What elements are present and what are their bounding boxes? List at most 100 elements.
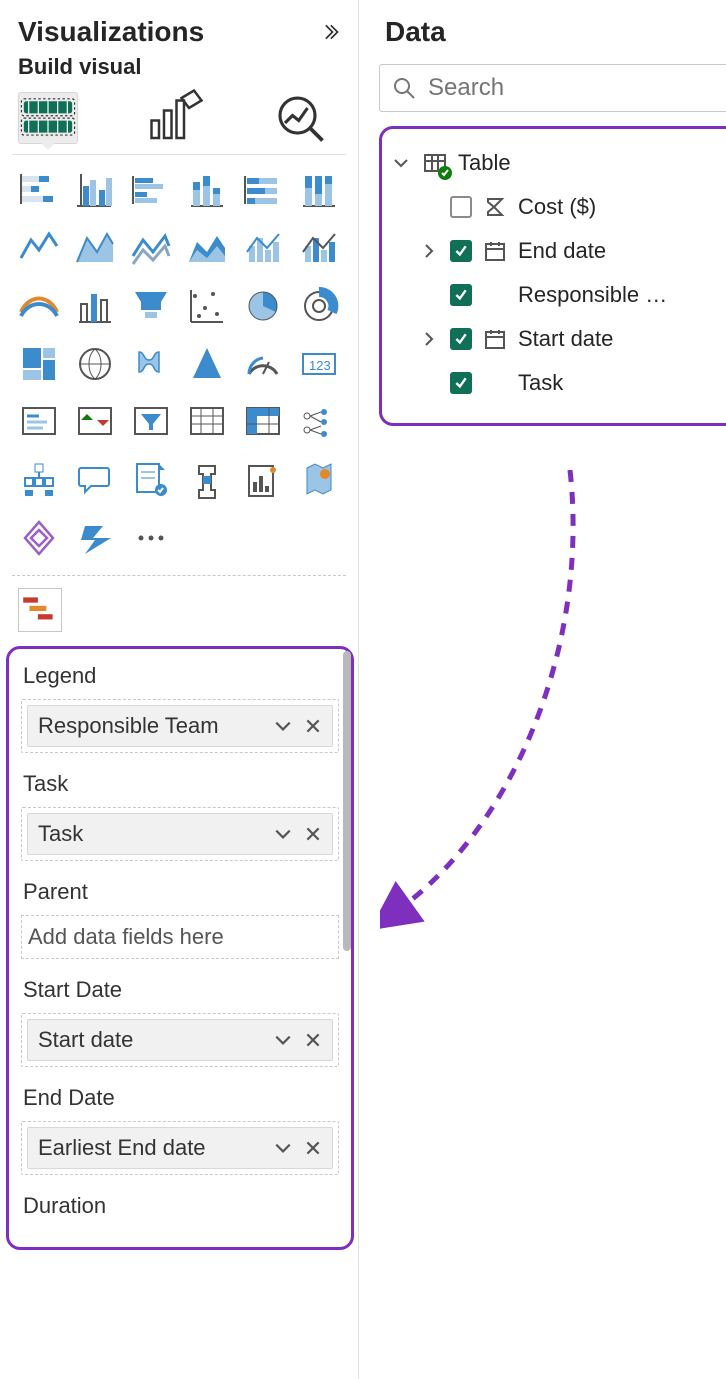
data-title: Data: [385, 16, 446, 48]
field-wells-annotation: Legend Responsible Team Task Task: [6, 646, 354, 1250]
well-task: Task Task: [21, 771, 339, 861]
well-chip-start-date[interactable]: Start date: [27, 1019, 333, 1061]
chip-text: Responsible Team: [38, 713, 219, 739]
well-chip-task[interactable]: Task: [27, 813, 333, 855]
viz-ribbon-icon[interactable]: [298, 227, 340, 269]
data-tree-annotation: Table Cost ($) End date: [379, 126, 726, 426]
close-icon[interactable]: [304, 825, 322, 843]
checkbox[interactable]: [450, 196, 472, 218]
viz-area-icon[interactable]: [74, 227, 116, 269]
chevron-down-icon[interactable]: [390, 155, 412, 171]
viz-stacked-bar-icon[interactable]: [18, 169, 60, 211]
close-icon[interactable]: [304, 717, 322, 735]
field-name: Start date: [518, 326, 726, 352]
viz-clustered-bar-icon[interactable]: [74, 169, 116, 211]
checkbox[interactable]: [450, 240, 472, 262]
chevron-down-icon[interactable]: [274, 717, 292, 735]
well-label: Legend: [23, 663, 339, 689]
custom-visuals-row: [0, 584, 358, 640]
gantt-visual-icon[interactable]: [18, 588, 62, 632]
chevron-down-icon[interactable]: [274, 1031, 292, 1049]
chevron-right-icon[interactable]: [418, 243, 440, 259]
chevron-down-icon[interactable]: [274, 825, 292, 843]
table-icon: [422, 150, 448, 176]
field-name: Cost ($): [518, 194, 726, 220]
checkbox[interactable]: [450, 372, 472, 394]
well-start-date: Start Date Start date: [21, 977, 339, 1067]
viz-line-clustered-column-icon[interactable]: [242, 227, 284, 269]
viz-r-visual-icon[interactable]: [298, 401, 340, 443]
visualizations-title: Visualizations: [18, 16, 204, 48]
well-empty-drop[interactable]: Add data fields here: [21, 915, 339, 959]
viz-matrix-icon[interactable]: [242, 401, 284, 443]
well-label: Duration: [23, 1193, 339, 1219]
viz-treemap-icon[interactable]: [298, 285, 340, 327]
viz-waterfall-icon[interactable]: [18, 285, 60, 327]
well-legend: Legend Responsible Team: [21, 663, 339, 753]
search-input-wrap[interactable]: [379, 64, 726, 112]
viz-power-apps-icon[interactable]: [18, 517, 60, 559]
field-row-task[interactable]: Task: [416, 361, 726, 405]
viz-map-icon[interactable]: [18, 343, 60, 385]
viz-decomposition-tree-icon[interactable]: [186, 459, 228, 501]
close-icon[interactable]: [304, 1031, 322, 1049]
well-chip-legend[interactable]: Responsible Team: [27, 705, 333, 747]
field-name: Task: [518, 370, 726, 396]
field-row-start-date[interactable]: Start date: [416, 317, 726, 361]
table-node[interactable]: Table: [388, 141, 726, 185]
viz-power-automate-icon[interactable]: [74, 517, 116, 559]
chevron-down-icon[interactable]: [274, 1139, 292, 1157]
calendar-icon: [482, 238, 508, 264]
chevron-right-icon[interactable]: [418, 331, 440, 347]
well-label: End Date: [23, 1085, 339, 1111]
viz-python-visual-icon[interactable]: [18, 459, 60, 501]
viz-multi-row-card-icon[interactable]: [18, 401, 60, 443]
sigma-icon: [482, 194, 508, 220]
viz-qna-icon[interactable]: [74, 459, 116, 501]
field-row-responsible[interactable]: Responsible …: [416, 273, 726, 317]
viz-more-icon[interactable]: [130, 517, 172, 559]
close-icon[interactable]: [304, 1139, 322, 1157]
viz-stacked-area-icon[interactable]: [130, 227, 172, 269]
viz-table-icon[interactable]: [186, 401, 228, 443]
viz-100-stacked-column-icon[interactable]: [298, 169, 340, 211]
well-label: Parent: [23, 879, 339, 905]
viz-funnel-icon[interactable]: [74, 285, 116, 327]
viz-arcgis-icon[interactable]: [186, 343, 228, 385]
viz-stacked-column-icon[interactable]: [130, 169, 172, 211]
scrollbar-thumb[interactable]: [343, 651, 351, 951]
calendar-icon: [482, 326, 508, 352]
viz-key-influencers-icon[interactable]: [130, 459, 172, 501]
well-chip-end-date[interactable]: Earliest End date: [27, 1127, 333, 1169]
visualizations-collapse-button[interactable]: [320, 22, 340, 42]
format-tab[interactable]: [144, 92, 204, 144]
viz-pie-icon[interactable]: [186, 285, 228, 327]
viz-slicer-icon[interactable]: [130, 401, 172, 443]
viz-donut-icon[interactable]: [242, 285, 284, 327]
viz-paginated-icon[interactable]: [298, 459, 340, 501]
viz-line-stacked-column-icon[interactable]: [186, 227, 228, 269]
chip-text: Earliest End date: [38, 1135, 206, 1161]
checkbox[interactable]: [450, 328, 472, 350]
viz-line-icon[interactable]: [18, 227, 60, 269]
viz-card-icon[interactable]: 123: [298, 343, 340, 385]
viz-smart-narrative-icon[interactable]: [242, 459, 284, 501]
well-end-date: End Date Earliest End date: [21, 1085, 339, 1175]
field-row-end-date[interactable]: End date: [416, 229, 726, 273]
well-label: Task: [23, 771, 339, 797]
build-tab[interactable]: [18, 92, 78, 144]
viz-scatter-icon[interactable]: [130, 285, 172, 327]
viz-gauge-icon[interactable]: [242, 343, 284, 385]
viz-clustered-column-icon[interactable]: [186, 169, 228, 211]
viz-100-stacked-bar-icon[interactable]: [242, 169, 284, 211]
search-input[interactable]: [426, 73, 726, 103]
viz-filled-map-icon[interactable]: [74, 343, 116, 385]
viz-kpi-icon[interactable]: [74, 401, 116, 443]
field-row-cost[interactable]: Cost ($): [416, 185, 726, 229]
checkbox[interactable]: [450, 284, 472, 306]
well-parent: Parent Add data fields here: [21, 879, 339, 959]
well-label: Start Date: [23, 977, 339, 1003]
viz-azure-map-icon[interactable]: [130, 343, 172, 385]
analytics-tab[interactable]: [270, 92, 330, 144]
field-name: End date: [518, 238, 726, 264]
